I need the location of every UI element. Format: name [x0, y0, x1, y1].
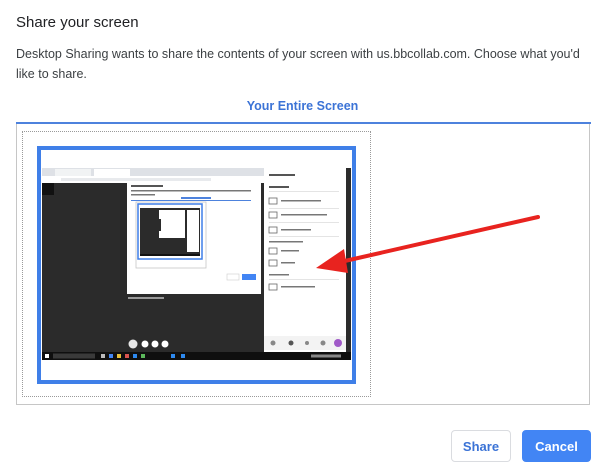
screen-thumbnail-image — [41, 150, 352, 380]
dialog-title: Share your screen — [16, 14, 139, 31]
cancel-button[interactable]: Cancel — [522, 430, 591, 462]
tab-your-entire-screen[interactable]: Your Entire Screen — [0, 99, 605, 113]
screen-thumbnail[interactable] — [37, 146, 356, 384]
dialog-description: Desktop Sharing wants to share the conte… — [16, 47, 580, 81]
share-button[interactable]: Share — [451, 430, 511, 462]
